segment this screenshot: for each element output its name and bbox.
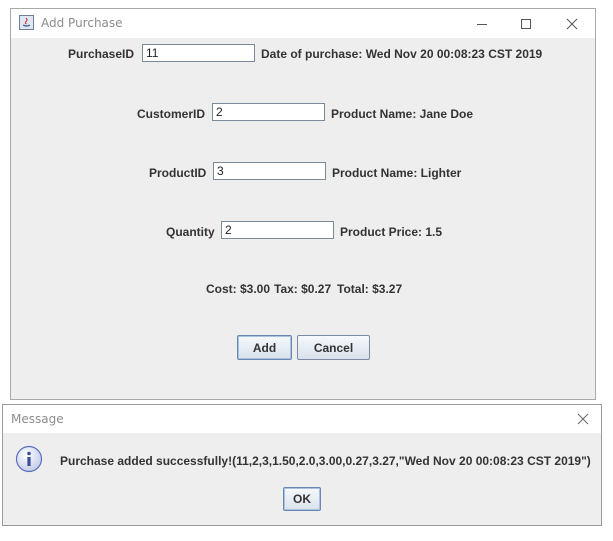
quantity-label: Quantity [166,225,215,239]
purchase-id-label: PurchaseID [68,47,135,61]
title-bar[interactable]: Add Purchase [11,9,595,38]
tax-label: Tax: $0.27 [274,282,332,296]
customer-id-label: CustomerID [137,107,206,121]
minimize-button[interactable] [459,9,505,38]
product-price-label: Product Price: 1.5 [340,225,443,239]
cancel-button[interactable]: Cancel [297,335,370,360]
purchase-id-field[interactable] [142,44,255,62]
dialog-title: Message [11,412,64,426]
product-id-label: ProductID [149,166,207,180]
java-app-icon [19,15,34,30]
minimize-icon [477,23,487,25]
close-button[interactable] [549,9,595,38]
customer-id-field[interactable] [212,103,325,121]
dialog-close-button[interactable] [565,405,601,433]
window-title: Add Purchase [41,16,123,30]
quantity-field[interactable] [221,221,334,239]
information-icon [15,445,43,473]
maximize-button[interactable] [503,9,549,38]
cost-label: Cost: $3.00 [206,282,271,296]
add-button[interactable]: Add [237,335,292,360]
close-icon [577,413,589,425]
product-id-field[interactable] [213,162,326,180]
customer-name-label: Product Name: Jane Doe [331,107,474,121]
ok-button[interactable]: OK [283,487,321,511]
close-icon [566,18,578,29]
dialog-title-bar[interactable]: Message [3,405,601,433]
maximize-icon [521,18,531,29]
date-of-purchase-label: Date of purchase: Wed Nov 20 00:08:23 CS… [261,47,543,61]
message-text: Purchase added successfully!(11,2,3,1.50… [60,454,591,468]
message-dialog: Message Purchase added successfully!(11,… [2,404,602,526]
total-label: Total: $3.27 [337,282,403,296]
product-name-label: Product Name: Lighter [332,166,462,180]
add-purchase-window: Add Purchase PurchaseID Date of purchase… [10,8,596,400]
